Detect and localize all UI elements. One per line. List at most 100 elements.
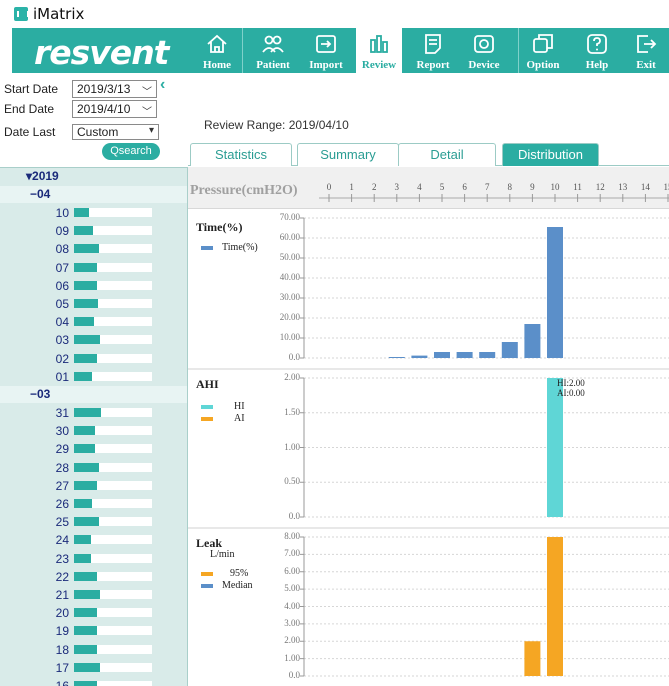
collapse-panel-icon[interactable]: ‹	[160, 76, 165, 94]
legend-label-time: Time(%)	[222, 242, 258, 253]
date-last-row: Date Last Custom ▾	[4, 123, 159, 141]
tree-day-label: 16	[55, 679, 69, 686]
tab-detail[interactable]: Detail	[398, 143, 496, 166]
home-icon	[207, 34, 227, 53]
tree-month-row[interactable]	[0, 386, 187, 403]
toolbar-button-label: Option	[526, 59, 560, 71]
title-bar: iMatrix	[0, 0, 669, 28]
chart-bar	[388, 357, 405, 358]
y-tick-label: 2.00	[284, 372, 300, 382]
tree-day-row[interactable]: 27	[0, 477, 187, 495]
tree-month-label[interactable]: −03	[30, 387, 50, 401]
day-usage-bar	[74, 226, 93, 236]
tree-day-row[interactable]: 03	[0, 331, 187, 349]
toolbar-button-label: Import	[309, 59, 343, 71]
tree-day-row[interactable]: 16	[0, 677, 187, 686]
tree-day-row[interactable]: 25	[0, 513, 187, 531]
tree-day-label: 02	[55, 351, 69, 366]
legend-p95: 95%	[201, 568, 248, 579]
tree-day-row[interactable]: 24	[0, 531, 187, 549]
start-date-row: Start Date 2019/3/13 ﹀	[4, 80, 157, 98]
y-tick-label: 0.50	[284, 476, 300, 487]
day-usage-bar	[74, 626, 97, 636]
device-icon	[474, 35, 494, 53]
chevron-down-icon: ﹀	[142, 107, 152, 118]
search-button[interactable]: Qsearch	[102, 143, 160, 160]
y-tick-label: 0.0	[288, 511, 300, 521]
tab-summary[interactable]: Summary	[297, 143, 399, 166]
tree-day-row[interactable]: 21	[0, 586, 187, 604]
tree-day-row[interactable]: 05	[0, 295, 187, 313]
tree-day-row[interactable]: 17	[0, 659, 187, 677]
tree-month-row[interactable]	[0, 186, 187, 203]
toolbar-home-button[interactable]: Home	[192, 28, 242, 73]
end-date-row: End Date 2019/4/10 ﹀	[4, 100, 157, 118]
pressure-axis-bar: Pressure(cmH2O) 0123456789101112131415	[188, 167, 669, 209]
start-date-picker[interactable]: 2019/3/13 ﹀	[72, 80, 157, 98]
tree-day-row[interactable]: 20	[0, 604, 187, 622]
toolbar-help-button[interactable]: Help	[572, 28, 622, 73]
chart-bar	[501, 342, 518, 358]
tree-day-label: 30	[55, 424, 69, 439]
distribution-charts: Time(%) Time(%) 70.00 60.00 50.00 40.00 30.0…	[188, 209, 669, 686]
tree-day-row[interactable]: 10	[0, 204, 187, 222]
tree-year[interactable]: ▾2019	[26, 169, 59, 183]
tree-month-label[interactable]: −04	[30, 187, 50, 201]
y-tick-label: 40.00	[279, 272, 300, 282]
tree-day-row[interactable]: 02	[0, 350, 187, 368]
tree-day-label: 26	[55, 497, 69, 511]
tree-day-row[interactable]: 06	[0, 277, 187, 295]
tree-day-label: 06	[55, 278, 69, 293]
tab-statistics[interactable]: Statistics	[190, 143, 292, 166]
date-last-select[interactable]: Custom ▾	[72, 124, 159, 140]
day-usage-bar	[74, 571, 97, 581]
tree-day-row[interactable]: 07	[0, 259, 187, 277]
y-tick-label: 0.0	[288, 670, 300, 680]
y-tick-label: 0.0	[288, 352, 300, 362]
toolbar-report-button[interactable]: Report	[406, 28, 460, 73]
tree-day-row[interactable]: 09	[0, 222, 187, 240]
main-toolbar: resvent Home Patient Import Review Report Dev…	[12, 28, 669, 73]
import-icon	[316, 35, 336, 53]
tree-day-label: 20	[55, 606, 69, 621]
tree-day-row[interactable]: 01	[0, 368, 187, 386]
tree-day-label: 10	[55, 206, 69, 220]
tree-day-row[interactable]: 22	[0, 568, 187, 586]
leak-unit-label: L/min	[210, 549, 235, 560]
day-usage-bar	[74, 262, 97, 272]
tree-day-row[interactable]: 30	[0, 422, 187, 440]
toolbar-patient-button[interactable]: Patient	[246, 28, 300, 73]
day-usage-bar	[74, 590, 100, 599]
tree-day-row[interactable]: 28	[0, 459, 187, 477]
chart-bar	[547, 227, 563, 358]
legend-hi: HI	[201, 401, 245, 412]
review-icon	[370, 35, 388, 53]
day-usage-bar	[74, 608, 97, 618]
tree-day-label: 01	[55, 369, 69, 384]
tab-distribution[interactable]: Distribution	[502, 143, 599, 166]
tree-day-row[interactable]: 31	[0, 404, 187, 422]
tree-day-row[interactable]: 29	[0, 440, 187, 458]
tree-day-row[interactable]: 18	[0, 641, 187, 659]
tree-day-row[interactable]: 23	[0, 550, 187, 568]
toolbar-review-button[interactable]: Review	[356, 28, 402, 73]
tree-day-row[interactable]: 19	[0, 622, 187, 640]
chart-bar	[479, 352, 496, 358]
y-tick-label: 10.00	[279, 332, 300, 342]
end-date-picker[interactable]: 2019/4/10 ﹀	[72, 100, 157, 118]
toolbar-option-button[interactable]: Option	[514, 28, 572, 73]
tree-day-row[interactable]: 08	[0, 240, 187, 258]
help-icon	[587, 34, 607, 54]
toolbar-import-button[interactable]: Import	[300, 28, 352, 73]
day-usage-bar	[74, 335, 100, 345]
toolbar-exit-button[interactable]: Exit	[623, 28, 669, 73]
day-usage-bar	[74, 208, 89, 217]
tree-day-row[interactable]: 26	[0, 495, 187, 513]
pressure-axis-line	[319, 194, 669, 202]
patient-icon	[262, 35, 284, 53]
dropdown-arrow-icon: ▾	[148, 125, 154, 136]
toolbar-device-button[interactable]: Device	[458, 28, 510, 73]
y-tick-label: 70.00	[279, 212, 300, 222]
tree-day-row[interactable]: 04	[0, 313, 187, 331]
y-tick-label: 4.00	[284, 600, 300, 611]
